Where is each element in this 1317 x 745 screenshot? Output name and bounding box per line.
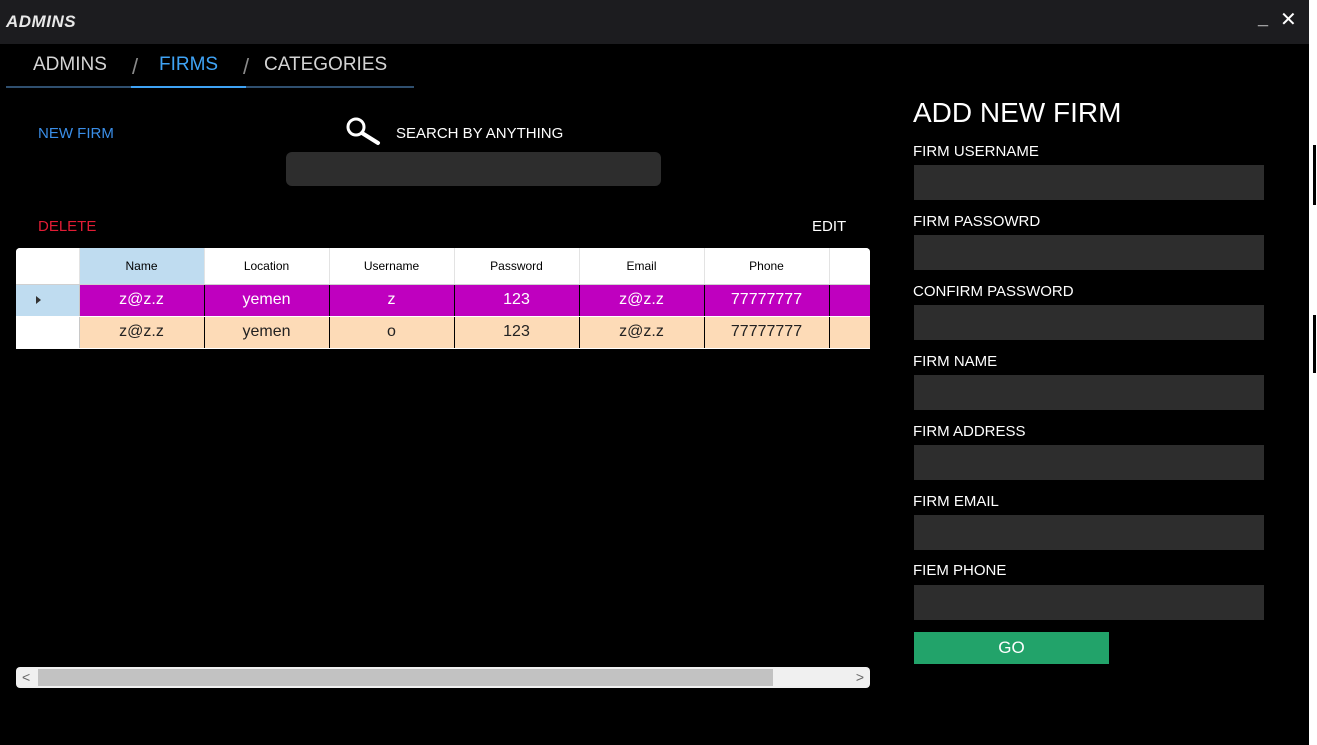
column-header-location[interactable]: Location xyxy=(204,248,330,285)
cell-name[interactable]: z@z.z xyxy=(79,284,205,317)
firm-username-input[interactable] xyxy=(914,165,1264,200)
tab-separator: / xyxy=(243,54,250,79)
scroll-right-icon[interactable]: > xyxy=(856,669,864,685)
go-button[interactable]: GO xyxy=(914,632,1109,664)
firm-name-label: FIRM NAME xyxy=(913,353,998,370)
minimize-button[interactable]: _ xyxy=(1258,8,1268,29)
cell-extra[interactable] xyxy=(829,316,870,349)
column-header-phone[interactable]: Phone xyxy=(704,248,830,285)
background-mark xyxy=(1313,315,1316,373)
cell-password[interactable]: 123 xyxy=(454,316,580,349)
grid-header-row: Name Location Username Password Email Ph… xyxy=(16,248,870,285)
firm-name-input[interactable] xyxy=(914,375,1264,410)
column-header-extra[interactable] xyxy=(829,248,870,285)
table-row[interactable]: z@z.z yemen z 123 z@z.z 77777777 xyxy=(16,284,870,317)
cell-phone[interactable]: 77777777 xyxy=(704,284,830,317)
column-header-username[interactable]: Username xyxy=(329,248,455,285)
horizontal-scrollbar[interactable]: < > xyxy=(16,667,870,688)
title-bar: ADMINS _ ✕ xyxy=(0,0,1309,44)
edit-link[interactable]: EDIT xyxy=(812,218,846,235)
row-pointer-icon xyxy=(35,296,41,304)
form-title: ADD NEW FIRM xyxy=(913,97,1122,128)
cell-name[interactable]: z@z.z xyxy=(79,316,205,349)
cell-username[interactable]: z xyxy=(329,284,455,317)
firm-password-label: FIRM PASSOWRD xyxy=(913,213,1041,230)
search-icon xyxy=(344,116,384,146)
background-mark xyxy=(1313,145,1316,205)
firm-phone-label: FIEM PHONE xyxy=(913,562,1007,579)
new-firm-link[interactable]: NEW FIRM xyxy=(38,125,114,142)
cell-email[interactable]: z@z.z xyxy=(579,316,705,349)
row-header-corner xyxy=(16,248,80,285)
firm-password-input[interactable] xyxy=(914,235,1264,270)
firm-username-label: FIRM USERNAME xyxy=(913,143,1039,160)
search-input[interactable] xyxy=(286,152,661,186)
cell-email[interactable]: z@z.z xyxy=(579,284,705,317)
confirm-password-label: CONFIRM PASSWORD xyxy=(913,283,1074,300)
table-row[interactable]: z@z.z yemen o 123 z@z.z 77777777 xyxy=(16,316,870,349)
cell-location[interactable]: yemen xyxy=(204,316,330,349)
close-button[interactable]: ✕ xyxy=(1280,10,1297,30)
firm-address-input[interactable] xyxy=(914,445,1264,480)
cell-username[interactable]: o xyxy=(329,316,455,349)
firm-email-label: FIRM EMAIL xyxy=(913,493,999,510)
admins-window: ADMINS _ ✕ ADMINS / FIRMS / CATEGORIES N… xyxy=(0,0,1309,745)
cell-location[interactable]: yemen xyxy=(204,284,330,317)
cell-password[interactable]: 123 xyxy=(454,284,580,317)
row-header[interactable] xyxy=(16,284,80,317)
cell-extra[interactable] xyxy=(829,284,870,317)
cell-phone[interactable]: 77777777 xyxy=(704,316,830,349)
tab-admins[interactable]: ADMINS xyxy=(33,54,107,86)
tab-firms[interactable]: FIRMS xyxy=(131,54,246,88)
search-label: SEARCH BY ANYTHING xyxy=(396,125,564,142)
row-header[interactable] xyxy=(16,316,80,349)
firms-grid[interactable]: Name Location Username Password Email Ph… xyxy=(16,248,870,349)
firm-email-input[interactable] xyxy=(914,515,1264,550)
confirm-password-input[interactable] xyxy=(914,305,1264,340)
firm-address-label: FIRM ADDRESS xyxy=(913,423,1026,440)
column-header-email[interactable]: Email xyxy=(579,248,705,285)
firm-phone-input[interactable] xyxy=(914,585,1264,620)
column-header-name[interactable]: Name xyxy=(79,248,205,285)
delete-link[interactable]: DELETE xyxy=(38,218,96,235)
scroll-left-icon[interactable]: < xyxy=(22,669,30,685)
window-title: ADMINS xyxy=(6,12,77,31)
tab-bar: ADMINS / FIRMS / CATEGORIES xyxy=(6,54,414,88)
scrollbar-thumb[interactable] xyxy=(38,669,773,686)
column-header-password[interactable]: Password xyxy=(454,248,580,285)
tab-categories[interactable]: CATEGORIES xyxy=(264,54,387,86)
